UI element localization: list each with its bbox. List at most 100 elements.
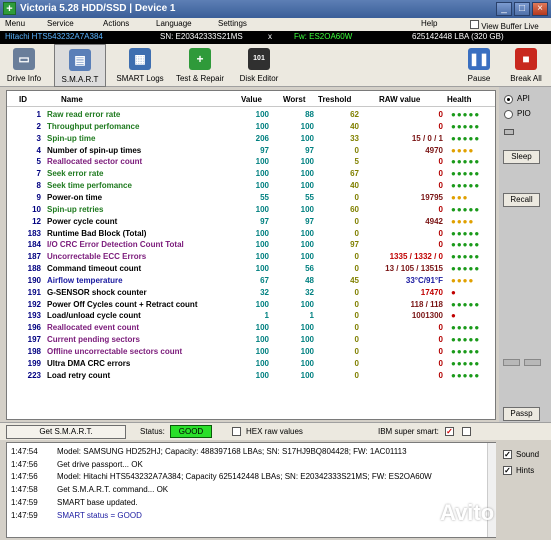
- api-radio[interactable]: [504, 95, 513, 104]
- disk-editor-button[interactable]: 101 Disk Editor: [234, 44, 284, 87]
- cell-name: Throughput perfomance: [47, 121, 140, 131]
- sleep-button[interactable]: Sleep: [503, 150, 540, 164]
- table-row[interactable]: 188 Command timeout count 100 56 0 13 / 105 /…: [7, 263, 495, 275]
- get-smart-button[interactable]: Get S.M.A.R.T.: [6, 425, 126, 439]
- table-row[interactable]: 4 Number of spin-up times 97 97 0 4970 ●●●●: [7, 145, 495, 157]
- cell-worst: 100: [300, 181, 314, 191]
- cell-id: 1: [36, 110, 41, 119]
- table-row[interactable]: 199 Ultra DMA CRC errors 100 100 0 0 ●●●●●: [7, 358, 495, 370]
- cell-value: 67: [260, 275, 269, 285]
- cell-worst: 100: [300, 358, 314, 368]
- hints-checkbox[interactable]: ✓: [503, 466, 512, 475]
- header-id[interactable]: ID: [19, 95, 27, 104]
- menu-menu[interactable]: Menu: [5, 19, 25, 28]
- menu-settings[interactable]: Settings: [218, 19, 247, 28]
- maximize-button[interactable]: □: [514, 2, 530, 16]
- cell-value: 100: [255, 181, 269, 191]
- cell-worst: 100: [300, 252, 314, 262]
- window-title: Victoria 5.28 HDD/SSD | Device 1: [20, 3, 176, 14]
- device-close[interactable]: x: [268, 32, 272, 41]
- cell-health: ●●●●●: [451, 347, 481, 356]
- smart-tab-button[interactable]: ▤ S.M.A.R.T: [54, 44, 106, 87]
- pause-button[interactable]: ❚❚ Pause: [460, 44, 498, 87]
- test-repair-button[interactable]: + Test & Repair: [172, 44, 228, 87]
- cell-raw: 4942: [425, 216, 443, 226]
- table-row[interactable]: 187 Uncorrectable ECC Errors 100 100 0 1335 /…: [7, 251, 495, 263]
- table-row[interactable]: 190 Airflow temperature 67 48 45 33°C/91°F ●●●…: [7, 275, 495, 287]
- log-message: Get drive passport... OK: [57, 459, 143, 469]
- cell-id: 5: [36, 157, 41, 167]
- close-button[interactable]: ×: [532, 2, 548, 16]
- table-row[interactable]: 223 Load retry count 100 100 0 0 ●●●●●: [7, 370, 495, 382]
- pio-radio[interactable]: [504, 110, 513, 119]
- table-row[interactable]: 193 Load/unload cycle count 1 1 0 1001300 ●: [7, 310, 495, 322]
- cell-worst: 100: [300, 347, 314, 356]
- cell-worst: 100: [300, 204, 314, 214]
- cell-worst: 97: [305, 216, 314, 226]
- cell-health: ●●●●●: [451, 358, 481, 368]
- table-row[interactable]: 10 Spin-up retries 100 100 60 0 ●●●●●: [7, 204, 495, 216]
- header-treshold[interactable]: Treshold: [318, 95, 351, 104]
- cell-raw: 4970: [425, 145, 443, 155]
- menu-help[interactable]: Help: [421, 19, 437, 28]
- drive-info-button[interactable]: ▭ Drive Info: [2, 44, 46, 87]
- table-row[interactable]: 2 Throughput perfomance 100 100 40 0 ●●●●●: [7, 121, 495, 133]
- cell-raw: 0: [438, 228, 443, 238]
- cell-health: ●●●●●: [451, 323, 481, 333]
- ibm-super-smart-checkbox[interactable]: ✓: [445, 427, 454, 436]
- table-row[interactable]: 12 Power cycle count 97 97 0 4942 ●●●●: [7, 216, 495, 228]
- toolbar: ▭ Drive Info ▤ S.M.A.R.T ▦ SMART Logs + …: [0, 44, 551, 87]
- cell-name: Power cycle count: [47, 216, 118, 226]
- cell-raw: 1001300: [411, 311, 443, 321]
- menu-language[interactable]: Language: [156, 19, 192, 28]
- cell-health: ●●●●●: [451, 335, 481, 345]
- api-label: API: [517, 94, 530, 103]
- table-row[interactable]: 192 Power Off Cycles count + Retract coun…: [7, 299, 495, 311]
- table-row[interactable]: 197 Current pending sectors 100 100 0 0 ●●●●●: [7, 334, 495, 346]
- table-row[interactable]: 184 I/O CRC Error Detection Count Total 10…: [7, 239, 495, 251]
- smart-logs-button[interactable]: ▦ SMART Logs: [112, 44, 168, 87]
- cell-value: 100: [255, 240, 269, 250]
- table-row[interactable]: 198 Offline uncorrectable sectors count 10…: [7, 346, 495, 358]
- cell-raw: 17470: [420, 287, 443, 297]
- table-row[interactable]: 8 Seek time perfomance 100 100 40 0 ●●●●●: [7, 180, 495, 192]
- header-value[interactable]: Value: [241, 95, 262, 104]
- cell-value: 97: [260, 145, 269, 155]
- header-health[interactable]: Health: [447, 95, 471, 104]
- table-row[interactable]: 183 Runtime Bad Block (Total) 100 100 0 0 ●●●●…: [7, 228, 495, 240]
- hex-raw-checkbox[interactable]: [232, 427, 241, 436]
- menu-actions[interactable]: Actions: [103, 19, 129, 28]
- table-row[interactable]: 7 Seek error rate 100 100 67 0 ●●●●●: [7, 168, 495, 180]
- log-time: 1:47:54: [11, 447, 38, 456]
- menu-service[interactable]: Service: [47, 19, 74, 28]
- log-entry: 1:47:54 Model: SAMSUNG HD252HJ; Capacity:…: [11, 447, 481, 459]
- table-row[interactable]: 1 Raw read error rate 100 88 62 0 ●●●●●: [7, 109, 495, 121]
- ibm-extra-checkbox[interactable]: [462, 427, 471, 436]
- minimize-button[interactable]: _: [496, 2, 512, 16]
- header-raw[interactable]: RAW value: [379, 95, 420, 104]
- cell-health: ●●●●●: [451, 240, 481, 250]
- cell-value: 100: [255, 264, 269, 274]
- table-row[interactable]: 196 Reallocated event count 100 100 0 0 ●●●●●: [7, 322, 495, 334]
- table-row[interactable]: 5 Reallocated sector count 100 100 5 0 ●●●●●: [7, 156, 495, 168]
- cell-id: 197: [27, 335, 41, 345]
- view-buffer-live-check[interactable]: [470, 20, 479, 29]
- passp-button[interactable]: Passp: [503, 407, 540, 421]
- hdd-icon: ▭: [13, 48, 35, 70]
- table-row[interactable]: 3 Spin-up time 206 100 33 15 / 0 / 1 ●●●●●: [7, 133, 495, 145]
- recall-button[interactable]: Recall: [503, 193, 540, 207]
- status-label: Status:: [140, 427, 165, 436]
- cell-name: Reallocated event count: [47, 323, 140, 333]
- table-row[interactable]: 191 G-SENSOR shock counter 32 32 0 17470 ●: [7, 287, 495, 299]
- title-bar: + Victoria 5.28 HDD/SSD | Device 1 _ □ ×: [0, 0, 551, 18]
- cell-health: ●●●●●: [451, 228, 481, 238]
- header-worst[interactable]: Worst: [283, 95, 306, 104]
- cell-value: 100: [255, 228, 269, 238]
- view-buffer-live-checkbox[interactable]: View Buffer Live: [470, 19, 539, 31]
- cell-name: Spin-up time: [47, 133, 96, 143]
- break-all-button[interactable]: ■ Break All: [506, 44, 546, 87]
- sound-checkbox[interactable]: ✓: [503, 450, 512, 459]
- table-row[interactable]: 9 Power-on time 55 55 0 19795 ●●●: [7, 192, 495, 204]
- cell-value: 55: [260, 192, 269, 202]
- header-name[interactable]: Name: [61, 95, 83, 104]
